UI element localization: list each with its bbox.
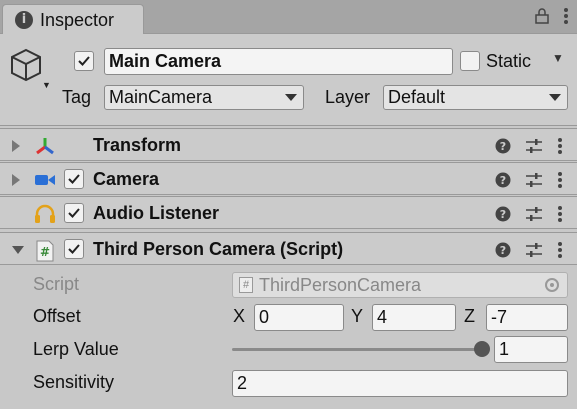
gameobject-cube-icon[interactable] <box>10 48 42 87</box>
component-actions: ? <box>495 137 563 160</box>
component-third-person-camera[interactable]: # Third Person Camera (Script) ? <box>0 232 577 265</box>
script-object-field[interactable]: # ThirdPersonCamera <box>232 272 568 298</box>
kebab-menu-icon[interactable] <box>563 7 569 30</box>
component-title: Third Person Camera (Script) <box>93 239 344 259</box>
gameobject-header: ▼ Main Camera Static ▼ Tag MainCamera La… <box>0 34 577 126</box>
component-actions: ? <box>495 205 563 228</box>
component-title: Transform <box>93 135 182 155</box>
svg-text:?: ? <box>500 140 506 153</box>
enabled-checkbox[interactable] <box>64 203 84 223</box>
preset-sliders-icon[interactable] <box>525 172 543 193</box>
svg-text:?: ? <box>500 174 506 187</box>
lerp-slider-track[interactable] <box>232 348 482 351</box>
component-camera[interactable]: Camera ? <box>0 162 577 195</box>
gameobject-icon-dropdown-arrow[interactable]: ▼ <box>42 80 51 90</box>
info-icon: i <box>15 11 33 29</box>
layer-label: Layer <box>325 87 371 107</box>
object-picker-icon[interactable] <box>545 278 559 292</box>
help-icon[interactable]: ? <box>495 242 511 263</box>
sensitivity-field[interactable]: 2 <box>232 370 568 397</box>
svg-text:?: ? <box>500 208 506 221</box>
tag-dropdown-value: MainCamera <box>109 87 213 107</box>
component-actions: ? <box>495 241 563 264</box>
layer-dropdown[interactable]: Default <box>383 85 568 110</box>
tab-actions <box>535 7 569 30</box>
offset-y-field[interactable]: 4 <box>372 304 456 331</box>
tag-dropdown[interactable]: MainCamera <box>104 85 304 110</box>
chevron-down-icon <box>549 94 561 101</box>
lerp-slider-thumb[interactable] <box>474 341 490 357</box>
preset-sliders-icon[interactable] <box>525 242 543 263</box>
gameobject-name-field[interactable]: Main Camera <box>104 48 453 75</box>
component-title: Audio Listener <box>93 203 220 223</box>
foldout-arrow-icon[interactable] <box>12 246 24 254</box>
kebab-menu-icon[interactable] <box>557 241 563 264</box>
headphones-icon <box>34 204 56 224</box>
inspector-tab-bar: i Inspector <box>0 0 577 35</box>
offset-y-label[interactable]: Y <box>351 306 363 327</box>
enabled-checkbox[interactable] <box>64 239 84 259</box>
offset-z-field[interactable]: -7 <box>486 304 568 331</box>
component-actions: ? <box>495 171 563 194</box>
kebab-menu-icon[interactable] <box>557 137 563 160</box>
help-icon[interactable]: ? <box>495 206 511 227</box>
kebab-menu-icon[interactable] <box>557 205 563 228</box>
foldout-arrow-icon[interactable] <box>12 140 20 152</box>
kebab-menu-icon[interactable] <box>557 171 563 194</box>
help-icon[interactable]: ? <box>495 138 511 159</box>
foldout-arrow-icon[interactable] <box>12 174 20 186</box>
component-audio-listener[interactable]: Audio Listener ? <box>0 196 577 229</box>
help-icon[interactable]: ? <box>495 172 511 193</box>
enabled-checkbox[interactable] <box>64 169 84 189</box>
offset-label: Offset <box>33 306 81 326</box>
active-checkbox[interactable] <box>74 51 94 71</box>
offset-x-field[interactable]: 0 <box>254 304 344 331</box>
tab-inspector[interactable]: i Inspector <box>2 4 144 35</box>
chevron-down-icon <box>285 94 297 101</box>
script-object-value: ThirdPersonCamera <box>259 275 422 295</box>
lerp-value-field[interactable]: 1 <box>494 336 568 363</box>
preset-sliders-icon[interactable] <box>525 138 543 159</box>
layer-dropdown-value: Default <box>388 87 446 107</box>
component-title: Camera <box>93 169 160 189</box>
tab-inspector-label: Inspector <box>40 10 115 30</box>
transform-icon <box>34 136 56 156</box>
lock-icon[interactable] <box>535 8 549 29</box>
script-label: Script <box>33 274 80 294</box>
script-hash-icon: # <box>34 240 56 262</box>
camera-icon <box>34 170 56 190</box>
offset-z-label[interactable]: Z <box>464 306 475 327</box>
tag-label: Tag <box>62 87 92 107</box>
svg-text:#: # <box>40 245 50 259</box>
static-checkbox[interactable] <box>460 51 480 71</box>
static-dropdown-arrow[interactable]: ▼ <box>552 51 564 65</box>
script-properties: Script # ThirdPersonCamera Offset X 0 Y … <box>0 266 577 409</box>
sensitivity-label: Sensitivity <box>33 372 115 392</box>
script-hash-icon: # <box>239 277 253 293</box>
static-label: Static <box>486 51 532 71</box>
svg-text:?: ? <box>500 244 506 257</box>
component-transform[interactable]: Transform ? <box>0 128 577 161</box>
offset-x-label[interactable]: X <box>233 306 245 327</box>
preset-sliders-icon[interactable] <box>525 206 543 227</box>
lerp-value-label: Lerp Value <box>33 339 119 359</box>
